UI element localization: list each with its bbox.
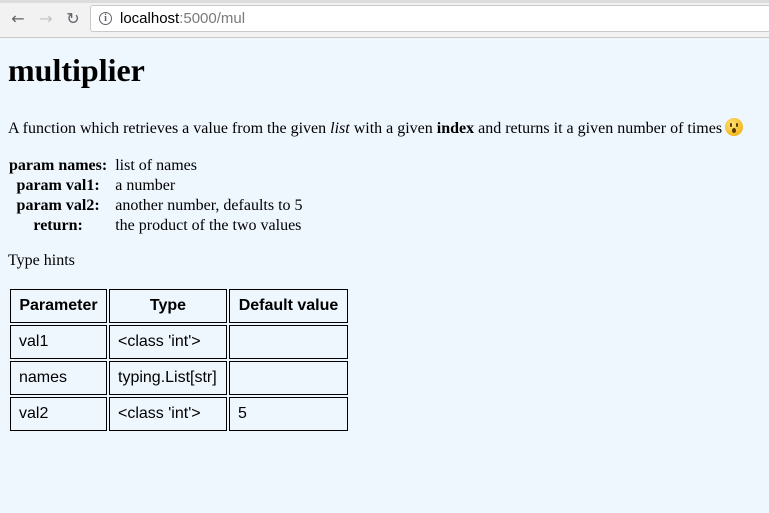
table-row: val1 <class 'int'>	[10, 325, 348, 359]
param-row: return: the product of the two values	[8, 216, 304, 236]
param-row: param names: list of names	[8, 156, 304, 176]
param-row: param val1: a number	[8, 176, 304, 196]
cell-parameter: val2	[10, 397, 107, 431]
info-icon[interactable]: i	[99, 12, 112, 25]
url-host: localhost	[120, 10, 180, 27]
description-index-word: index	[436, 120, 475, 137]
cell-default	[229, 325, 348, 359]
param-desc: list of names	[115, 157, 197, 174]
type-hints-label: Type hints	[8, 252, 75, 269]
param-row: param val2: another number, defaults to …	[8, 196, 304, 216]
cell-default: 5	[229, 397, 348, 431]
description-list-word: list	[330, 120, 350, 137]
type-hints-table: Parameter Type Default value val1 <class…	[8, 287, 350, 433]
browser-toolbar: ← → ↻ i localhost:5000/mul	[0, 0, 769, 38]
cell-parameter: val1	[10, 325, 107, 359]
param-name: param val1:	[16, 177, 100, 194]
table-row: val2 <class 'int'> 5	[10, 397, 348, 431]
column-header-type: Type	[109, 289, 227, 323]
description-text-1: A function which retrieves a value from …	[8, 120, 331, 137]
reload-button[interactable]: ↻	[63, 8, 83, 28]
page-title: multiplier	[8, 52, 145, 88]
param-name: param val2:	[16, 197, 100, 214]
param-desc: another number, defaults to 5	[115, 197, 303, 214]
param-name: return:	[33, 217, 83, 234]
column-header-default: Default value	[229, 289, 348, 323]
back-button[interactable]: ←	[8, 8, 28, 28]
tab-strip	[0, 0, 769, 3]
page-content: multiplier A function which retrieves a …	[8, 38, 761, 433]
reload-icon: ↻	[66, 8, 80, 28]
description-text-2: with a given	[349, 120, 437, 137]
forward-button[interactable]: →	[36, 8, 56, 28]
table-row: names typing.List[str]	[10, 361, 348, 395]
cell-type: <class 'int'>	[109, 397, 227, 431]
param-desc: the product of the two values	[115, 217, 302, 234]
url-path: :5000/mul	[179, 10, 246, 27]
cell-parameter: names	[10, 361, 107, 395]
cell-default	[229, 361, 348, 395]
cell-type: <class 'int'>	[109, 325, 227, 359]
param-name: param names:	[9, 157, 108, 174]
hushed-face-emoji-icon	[725, 118, 744, 136]
column-header-parameter: Parameter	[10, 289, 107, 323]
cell-type: typing.List[str]	[109, 361, 227, 395]
params-table: param names: list of names param val1: a…	[8, 156, 304, 236]
arrow-right-icon: →	[39, 8, 53, 28]
param-desc: a number	[115, 177, 176, 194]
arrow-left-icon: ←	[11, 8, 25, 28]
table-header-row: Parameter Type Default value	[10, 289, 348, 323]
address-bar[interactable]: i localhost:5000/mul	[90, 5, 769, 32]
function-description: A function which retrieves a value from …	[8, 118, 761, 139]
description-text-3: and returns it a given number of times	[474, 120, 723, 137]
